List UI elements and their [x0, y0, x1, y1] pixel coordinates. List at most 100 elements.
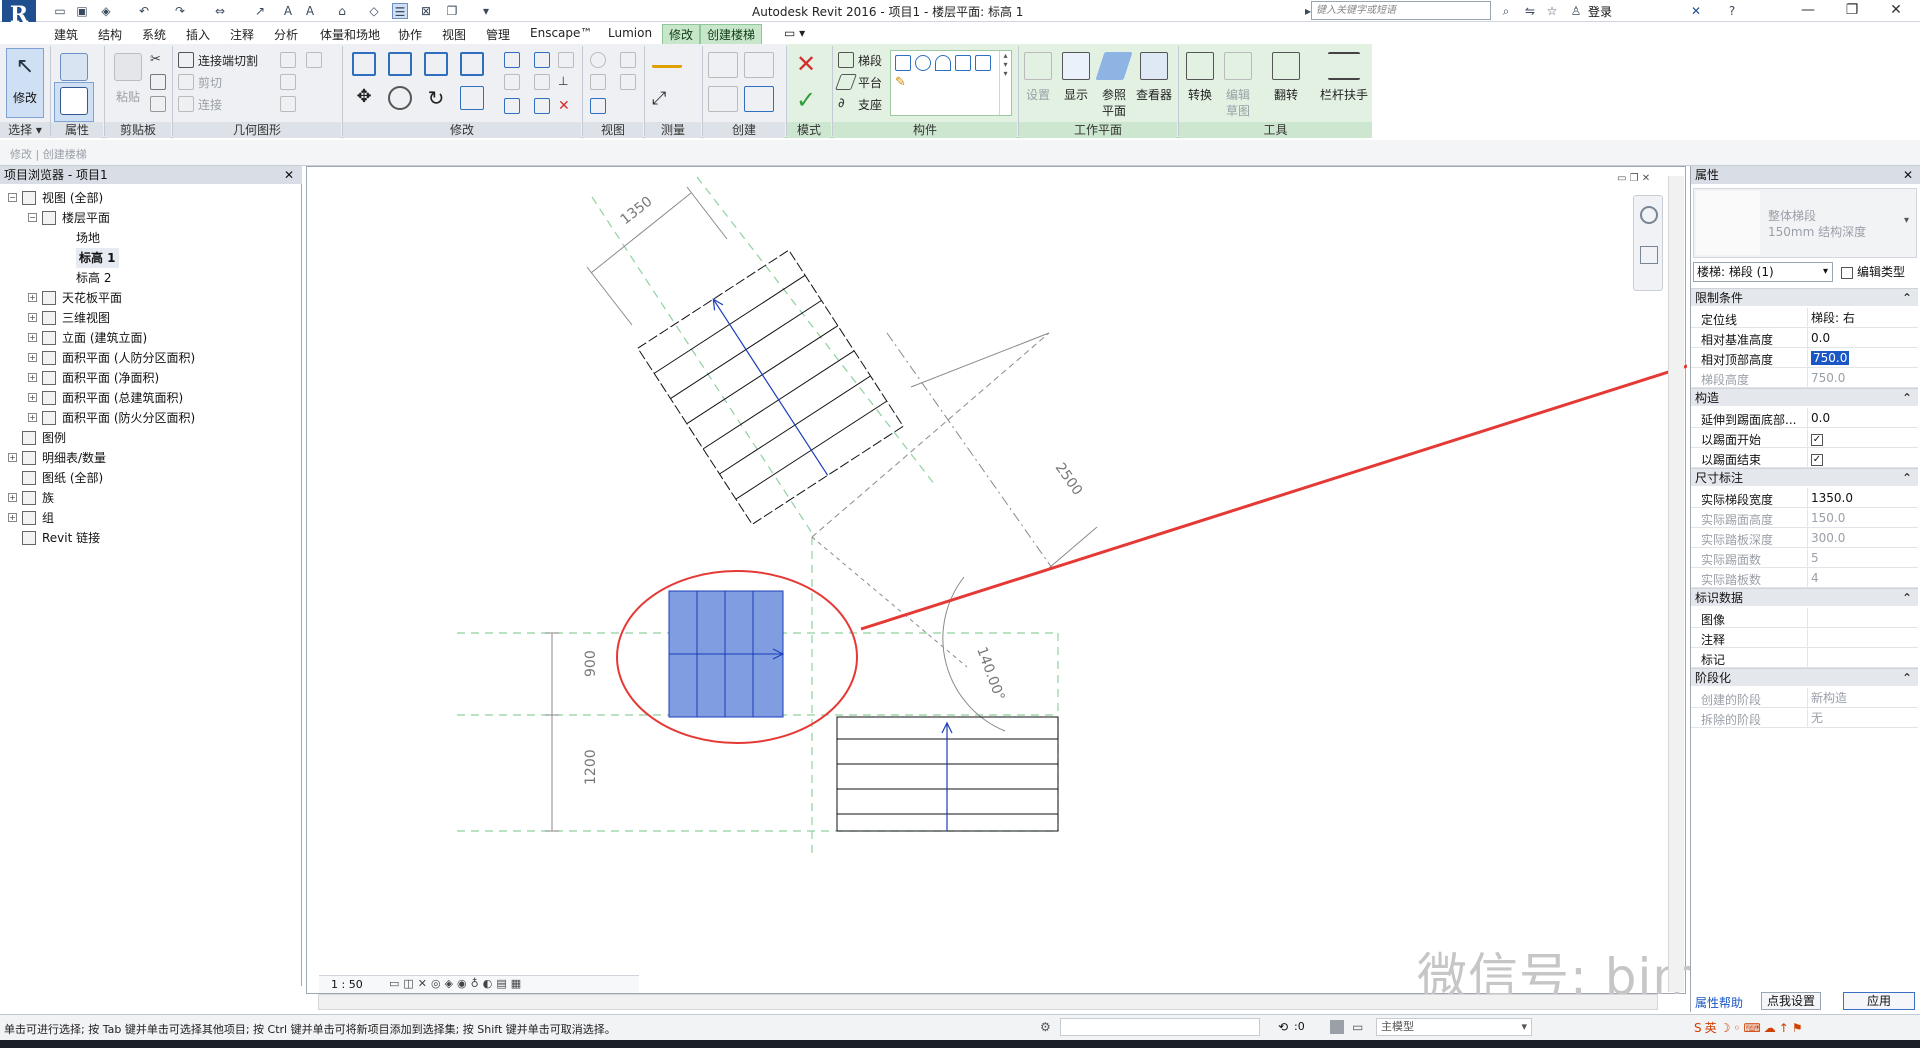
join-cut-label[interactable]: 连接端切割 [198, 52, 258, 69]
set-workplane-icon[interactable] [1024, 52, 1052, 80]
split-face-icon[interactable] [306, 52, 322, 68]
move-icon[interactable]: ✥ [352, 86, 376, 110]
reference-plane-label[interactable]: 参照 [1096, 86, 1132, 103]
edit-sketch-label[interactable]: 编辑 [1220, 86, 1256, 103]
tree-item[interactable]: + 面积平面 (人防分区面积) [0, 348, 300, 368]
linework-icon[interactable] [590, 98, 606, 114]
property-value-field[interactable]: 梯段: 右 [1807, 308, 1918, 328]
split-gap-icon[interactable] [558, 52, 574, 68]
tab-analyze[interactable]: 分析 [274, 26, 298, 43]
create-assembly-icon[interactable] [744, 86, 774, 112]
collapse-icon[interactable]: ⌃ [1902, 469, 1912, 487]
run-label[interactable]: 梯段 [858, 52, 882, 69]
u-winder-icon[interactable] [975, 55, 991, 71]
convert-label[interactable]: 转换 [1182, 86, 1218, 103]
horizontal-scrollbar[interactable] [318, 994, 1658, 1010]
landing-label[interactable]: 平台 [858, 74, 882, 91]
restore-button[interactable]: ❐ [1830, 0, 1874, 22]
favorites-icon[interactable]: ☆ [1544, 3, 1560, 19]
show-workplane-label[interactable]: 显示 [1058, 86, 1094, 103]
open-icon[interactable]: ▭ [52, 3, 68, 19]
steering-wheel-icon[interactable] [1640, 206, 1658, 224]
expand-icon[interactable]: + [28, 313, 37, 322]
show-workplane-icon[interactable] [1062, 52, 1090, 80]
tree-item[interactable]: Revit 链接 [0, 528, 300, 548]
project-browser-close-button[interactable]: ✕ [284, 166, 294, 184]
redo-icon[interactable]: ↷ [172, 3, 188, 19]
property-group-header[interactable]: 限制条件 ⌃ [1691, 288, 1918, 306]
unpin-icon[interactable] [534, 52, 550, 68]
property-value-field[interactable]: ✓ [1807, 428, 1918, 448]
dimension-icon[interactable]: ↗ [252, 3, 268, 19]
text-icon[interactable]: A [302, 3, 318, 19]
tree-item[interactable]: − 楼层平面 [0, 208, 300, 228]
dim-text-900[interactable]: 900 [583, 650, 599, 677]
save-icon[interactable]: ▣ [74, 3, 90, 19]
join-geometry-label[interactable]: 连接 [198, 96, 222, 113]
cut-geometry-label[interactable]: 剪切 [198, 74, 222, 91]
switch-windows-icon[interactable]: ❐ [444, 3, 460, 19]
drawing-canvas[interactable]: 1350 2500 140.00° 900 1200 ▭ ❐ ✕ 微信号: bi… [306, 166, 1815, 1006]
expand-icon[interactable]: + [28, 293, 37, 302]
expand-icon[interactable]: + [8, 493, 17, 502]
navigation-bar[interactable] [1633, 195, 1663, 291]
property-group-header[interactable]: 阶段化 ⌃ [1691, 668, 1918, 686]
workset-select[interactable] [1060, 1018, 1260, 1036]
tree-item[interactable]: + 三维视图 [0, 308, 300, 328]
expand-icon[interactable]: + [28, 373, 37, 382]
tree-item[interactable]: + 天花板平面 [0, 288, 300, 308]
view-scale[interactable]: 1 : 50 [331, 978, 363, 991]
dim-text-angle[interactable]: 140.00° [973, 645, 1007, 703]
tab-lumion[interactable]: Lumion [608, 26, 652, 40]
tab-architecture[interactable]: 建筑 [54, 26, 78, 43]
modify-select-button[interactable]: ↖ 修改 [6, 48, 44, 118]
gallery-scroll[interactable]: ▴ ▾ ▾ [999, 51, 1011, 115]
login-button[interactable]: 登录 [1588, 3, 1612, 20]
tab-manage[interactable]: 管理 [486, 26, 510, 43]
create-similar-icon[interactable] [744, 52, 774, 78]
tree-item[interactable]: + 明细表/数量 [0, 448, 300, 468]
properties-help-link[interactable]: 属性帮助 [1695, 994, 1743, 1011]
paste-button[interactable] [108, 48, 148, 88]
create-group-icon[interactable] [708, 52, 738, 78]
exchange-icon[interactable]: ✕ [1688, 3, 1704, 19]
customize-toolbar-icon[interactable]: ▾ [478, 3, 494, 19]
thin-lines-icon[interactable]: ☰ [392, 3, 408, 19]
type-properties-button[interactable] [54, 82, 94, 122]
tab-create-stair[interactable]: 创建楼梯 [700, 24, 763, 44]
hide-icon[interactable] [590, 52, 606, 68]
align-icon[interactable] [352, 52, 376, 76]
tray-icons[interactable]: S英☽◦⌨☁↑⚑ [1694, 1019, 1806, 1036]
mirror-draw-icon[interactable] [460, 52, 484, 76]
rotate-icon[interactable]: ↻ [424, 86, 448, 110]
property-group-header[interactable]: 尺寸标注 ⌃ [1691, 468, 1918, 486]
create-parts-icon[interactable] [708, 86, 738, 112]
dim-text-1200[interactable]: 1200 [583, 749, 599, 785]
minimize-button[interactable]: — [1786, 0, 1830, 22]
property-value-field[interactable] [1807, 608, 1918, 628]
close-button[interactable]: ✕ [1874, 0, 1918, 22]
binoculars-icon[interactable]: ⌕ [1498, 3, 1514, 19]
tab-insert[interactable]: 插入 [186, 26, 210, 43]
copy-icon[interactable] [150, 74, 166, 90]
delete-icon[interactable]: ✕ [558, 98, 574, 114]
apply-button[interactable]: 应用 [1843, 992, 1915, 1010]
array-icon[interactable] [504, 74, 520, 90]
dim-text-2500[interactable]: 2500 [1052, 460, 1086, 498]
view-option2-icon[interactable] [620, 74, 636, 90]
type-dropdown-icon[interactable]: ▾ [1904, 215, 1909, 226]
user-icon[interactable]: ♙ [1568, 3, 1584, 19]
tree-item[interactable]: 场地 [0, 228, 300, 248]
tree-item[interactable]: + 立面 (建筑立面) [0, 328, 300, 348]
match-type-icon[interactable] [150, 96, 166, 112]
properties-close-button[interactable]: ✕ [1903, 166, 1913, 184]
property-value-field[interactable]: 750.0 [1807, 348, 1918, 368]
property-group-header[interactable]: 标识数据 ⌃ [1691, 588, 1918, 606]
override-icon[interactable] [590, 74, 606, 90]
type-selector[interactable]: 整体梯段 150mm 结构深度 ▾ [1693, 188, 1917, 258]
collapse-icon[interactable]: − [28, 213, 37, 222]
instance-filter-select[interactable]: 楼梯: 梯段 (1) ▾ [1693, 262, 1833, 282]
railing-label[interactable]: 栏杆扶手 [1316, 86, 1372, 103]
paint-icon[interactable] [280, 74, 296, 90]
run-icon[interactable] [838, 52, 854, 68]
